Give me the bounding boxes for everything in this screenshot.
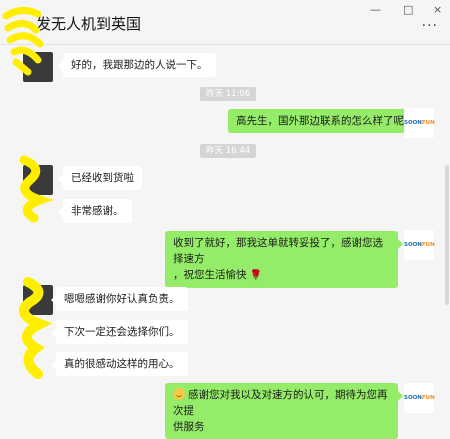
self-avatar[interactable]: SOONFUN — [404, 230, 435, 260]
message-list[interactable]: 好的，我跟那边的人说一下。 昨天 11:06 高先生，国外那边联系的怎么样了呢 … — [0, 45, 450, 439]
close-button[interactable]: × — [433, 3, 442, 16]
self-avatar[interactable]: SOONFUN — [404, 383, 435, 413]
outgoing-message: 感谢您对我以及对速方的认可，期待为您再次提 供服务 — [165, 383, 403, 439]
scrollbar[interactable] — [445, 165, 449, 305]
self-avatar[interactable]: SOONFUN — [404, 108, 435, 138]
timestamp: 昨天 16:44 — [200, 144, 257, 158]
chat-title: 发无人机到英国 — [36, 15, 142, 33]
more-options-icon[interactable]: ··· — [422, 18, 438, 34]
maximize-button[interactable]: □ — [403, 3, 413, 16]
minimize-button[interactable]: — — [370, 3, 381, 16]
incoming-message: 非常感谢。 — [58, 199, 132, 223]
outgoing-message: 高先生，国外那边联系的怎么样了呢 — [228, 109, 417, 133]
rose-emoji-icon: 🌹 — [249, 270, 263, 281]
message-line: 感谢您对我以及对速方的认可，期待为您再次提 — [173, 389, 388, 417]
incoming-message: 好的，我跟那边的人说一下。 — [58, 53, 216, 77]
outgoing-message: 收到了就好，那我这单就转妥投了，感谢您选择速方 ，祝您生活愉快 🌹 — [165, 231, 403, 288]
incoming-message: 已经收到货啦 — [58, 166, 142, 190]
incoming-message: 真的很感动这样的用心。 — [51, 352, 188, 376]
chat-header: 发无人机到英国 — □ × ··· — [0, 0, 450, 45]
smile-emoji-icon — [173, 388, 185, 400]
message-line: 供服务 — [173, 421, 205, 433]
message-line: ，祝您生活愉快 — [173, 269, 247, 281]
contact-avatar[interactable] — [23, 52, 53, 82]
incoming-message: 嗯嗯感谢你好认真负责。 — [51, 287, 188, 311]
incoming-message: 下次一定还会选择你们。 — [51, 320, 188, 344]
timestamp: 昨天 11:06 — [200, 87, 257, 101]
contact-avatar[interactable] — [23, 285, 53, 315]
message-line: 收到了就好，那我这单就转妥投了，感谢您选择速方 — [173, 237, 383, 265]
contact-avatar[interactable] — [23, 165, 53, 195]
